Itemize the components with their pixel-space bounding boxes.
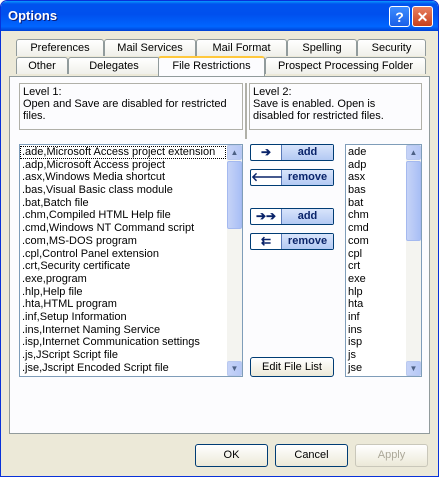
- help-icon[interactable]: ?: [389, 6, 410, 27]
- tab-mail-services[interactable]: Mail Services: [104, 39, 196, 56]
- list-item[interactable]: .exe,program: [20, 273, 226, 286]
- scroll-down-icon[interactable]: ▼: [227, 361, 242, 376]
- list-item[interactable]: asx: [346, 171, 405, 184]
- list-item[interactable]: chm: [346, 209, 405, 222]
- level1-heading: Level 1:: [23, 86, 62, 98]
- list-item[interactable]: crt: [346, 260, 405, 273]
- list-item[interactable]: .bas,Visual Basic class module: [20, 184, 226, 197]
- add-button[interactable]: ➔ add: [250, 144, 334, 161]
- list-item[interactable]: js: [346, 349, 405, 362]
- close-icon[interactable]: ✕: [412, 6, 433, 27]
- list-item[interactable]: ade: [346, 146, 405, 159]
- list-item[interactable]: .hlp,Help file: [20, 286, 226, 299]
- list-item[interactable]: com: [346, 235, 405, 248]
- tab-mail-format[interactable]: Mail Format: [196, 39, 287, 56]
- ok-button[interactable]: OK: [195, 444, 268, 467]
- tab-other[interactable]: Other: [16, 57, 68, 74]
- list-item[interactable]: .cpl,Control Panel extension: [20, 248, 226, 261]
- tab-file-restrictions[interactable]: File Restrictions: [158, 56, 265, 76]
- double-arrow-left-icon: ⇇: [251, 234, 282, 249]
- list-item[interactable]: .ade,Microsoft Access project extension: [20, 146, 226, 159]
- list-item[interactable]: exe: [346, 273, 405, 286]
- list-item[interactable]: .isp,Internet Communication settings: [20, 336, 226, 349]
- list-item[interactable]: cpl: [346, 248, 405, 261]
- edit-file-list-button[interactable]: Edit File List: [250, 357, 334, 377]
- apply-button[interactable]: Apply: [355, 444, 428, 467]
- scroll-down-icon[interactable]: ▼: [406, 361, 421, 376]
- level2-description: Save is enabled. Open is disabled for re…: [253, 98, 384, 122]
- list-item[interactable]: bas: [346, 184, 405, 197]
- double-arrow-right-icon: ➔➔: [251, 209, 282, 224]
- level1-scrollbar[interactable]: ▲ ▼: [227, 145, 242, 376]
- list-item[interactable]: .js,JScript Script file: [20, 349, 226, 362]
- list-item[interactable]: inf: [346, 311, 405, 324]
- list-item[interactable]: jse: [346, 362, 405, 375]
- list-item[interactable]: .chm,Compiled HTML Help file: [20, 209, 226, 222]
- list-item[interactable]: adp: [346, 159, 405, 172]
- list-item[interactable]: .inf,Setup Information: [20, 311, 226, 324]
- tab-preferences[interactable]: Preferences: [16, 39, 104, 56]
- tab-security[interactable]: Security: [357, 39, 426, 56]
- list-item[interactable]: .ins,Internet Naming Service: [20, 324, 226, 337]
- level1-description: Open and Save are disabled for restricte…: [23, 98, 227, 122]
- scroll-up-icon[interactable]: ▲: [406, 145, 421, 160]
- title-bar[interactable]: Options ? ✕: [1, 1, 438, 31]
- level1-file-list[interactable]: .ade,Microsoft Access project extension.…: [19, 144, 243, 377]
- scrollbar-thumb[interactable]: [227, 161, 242, 229]
- list-item[interactable]: hlp: [346, 286, 405, 299]
- list-item[interactable]: isp: [346, 336, 405, 349]
- level2-description-box: Level 2: Save is enabled. Open is disabl…: [249, 83, 422, 130]
- list-item[interactable]: .bat,Batch file: [20, 197, 226, 210]
- remove-button[interactable]: 🡐 remove: [250, 169, 334, 186]
- window-title: Options: [8, 8, 58, 23]
- add-all-button[interactable]: ➔➔ add: [250, 208, 334, 225]
- scrollbar-thumb[interactable]: [406, 161, 421, 241]
- tab-spelling[interactable]: Spelling: [287, 39, 357, 56]
- remove-all-button[interactable]: ⇇ remove: [250, 233, 334, 250]
- list-item[interactable]: .com,MS-DOS program: [20, 235, 226, 248]
- list-item[interactable]: hta: [346, 298, 405, 311]
- list-item[interactable]: cmd: [346, 222, 405, 235]
- add-label: add: [282, 145, 333, 160]
- list-item[interactable]: .adp,Microsoft Access project: [20, 159, 226, 172]
- cancel-button[interactable]: Cancel: [275, 444, 348, 467]
- list-item[interactable]: ins: [346, 324, 405, 337]
- level2-heading: Level 2:: [253, 86, 292, 98]
- add-all-label: add: [282, 209, 333, 224]
- list-item[interactable]: .asx,Windows Media shortcut: [20, 171, 226, 184]
- list-item[interactable]: .crt,Security certificate: [20, 260, 226, 273]
- scroll-up-icon[interactable]: ▲: [227, 145, 242, 160]
- arrow-right-icon: ➔: [251, 145, 282, 160]
- divider: [245, 83, 247, 139]
- level1-description-box: Level 1: Open and Save are disabled for …: [19, 83, 243, 130]
- level2-scrollbar[interactable]: ▲ ▼: [406, 145, 421, 376]
- list-item[interactable]: .cmd,Windows NT Command script: [20, 222, 226, 235]
- tab-delegates[interactable]: Delegates: [68, 57, 160, 74]
- arrow-left-icon: 🡐: [251, 170, 284, 185]
- options-window: Options ? ✕ Preferences Mail Services Ma…: [0, 0, 439, 477]
- list-item[interactable]: bat: [346, 197, 405, 210]
- level2-file-list[interactable]: ade adp asx bas bat chm cmd com cpl crt exe hlp hta i…: [345, 144, 422, 377]
- tab-prospect-processing-folder[interactable]: Prospect Processing Folder: [265, 57, 426, 74]
- remove-all-label: remove: [282, 234, 333, 249]
- list-item[interactable]: .jse,Jscript Encoded Script file: [20, 362, 226, 375]
- remove-label: remove: [282, 170, 333, 185]
- list-item[interactable]: .hta,HTML program: [20, 298, 226, 311]
- file-restrictions-panel: Level 1: Open and Save are disabled for …: [9, 76, 430, 434]
